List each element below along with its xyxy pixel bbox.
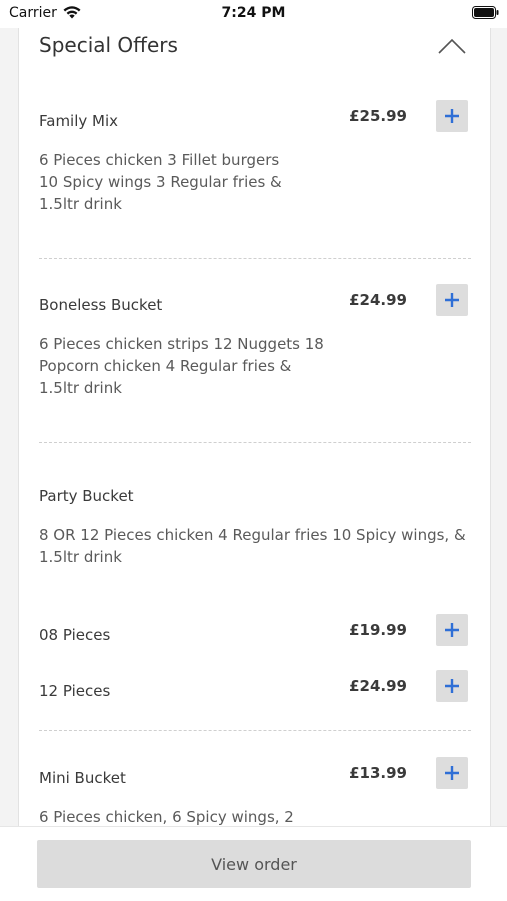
- plus-icon: [445, 109, 459, 123]
- add-boneless-bucket-button[interactable]: [436, 284, 468, 316]
- add-12-pieces-button[interactable]: [436, 670, 468, 702]
- item-desc-party-bucket: 8 OR 12 Pieces chicken 4 Regular fries 1…: [39, 526, 466, 566]
- section-title: Special Offers: [39, 33, 178, 57]
- item-name-boneless-bucket: Boneless Bucket: [39, 296, 163, 314]
- item-name-party-bucket: Party Bucket: [39, 487, 134, 505]
- status-bar: Carrier 7:24 PM: [0, 0, 507, 28]
- add-mini-bucket-button[interactable]: [436, 757, 468, 789]
- view-order-button[interactable]: View order: [37, 840, 471, 888]
- item-name-mini-bucket: Mini Bucket: [39, 769, 126, 787]
- item-price-family-mix: £25.99: [349, 107, 407, 125]
- option-price-08-pieces: £19.99: [349, 621, 407, 639]
- plus-icon: [445, 623, 459, 637]
- add-08-pieces-button[interactable]: [436, 614, 468, 646]
- item-price-boneless-bucket: £24.99: [349, 291, 407, 309]
- plus-icon: [445, 293, 459, 307]
- item-desc-family-mix: 6 Pieces chicken 3 Fillet burgers 10 Spi…: [39, 151, 282, 213]
- clock: 7:24 PM: [221, 5, 286, 21]
- chevron-up-icon[interactable]: [437, 37, 467, 55]
- divider: [39, 258, 471, 259]
- plus-icon: [445, 679, 459, 693]
- plus-icon: [445, 766, 459, 780]
- item-desc-mini-bucket: 6 Pieces chicken, 6 Spicy wings, 2: [39, 808, 294, 826]
- battery-icon: [472, 6, 499, 19]
- divider: [39, 730, 471, 731]
- divider: [39, 442, 471, 443]
- special-offers-card: Special Offers Family Mix £25.99 6 Piece…: [18, 0, 491, 826]
- item-price-mini-bucket: £13.99: [349, 764, 407, 782]
- option-price-12-pieces: £24.99: [349, 677, 407, 695]
- option-name-12-pieces: 12 Pieces: [39, 682, 111, 700]
- item-desc-boneless-bucket: 6 Pieces chicken strips 12 Nuggets 18 Po…: [39, 335, 324, 397]
- add-family-mix-button[interactable]: [436, 100, 468, 132]
- option-name-08-pieces: 08 Pieces: [39, 626, 111, 644]
- item-name-family-mix: Family Mix: [39, 112, 119, 130]
- bottom-bar: View order: [0, 826, 507, 901]
